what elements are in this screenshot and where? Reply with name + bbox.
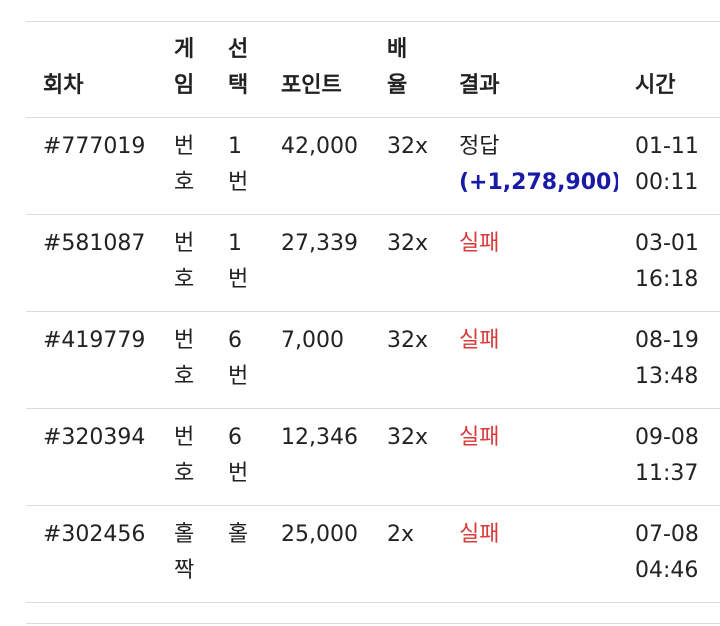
table-row: #419779 번 호 6 번 7,000 32x 실패 08-19 13:48 — [26, 311, 720, 409]
result-text: 실패 — [459, 522, 500, 547]
result-cell: 실패 — [442, 311, 618, 409]
time-date: 08-19 — [635, 328, 699, 353]
result-cell: 실패 — [442, 408, 618, 506]
table-row: #581087 번 호 1 번 27,339 32x 실패 03-01 16:1… — [26, 214, 720, 312]
point-cell: 42,000 — [264, 117, 370, 215]
header-time: 시간 — [618, 21, 720, 118]
time-clock: 13:48 — [635, 364, 699, 389]
pick-cell: 6 번 — [211, 408, 264, 506]
game-line: 번 — [174, 231, 195, 256]
table-header-row: 회차 게 임 선 택 포인트 배 율 결과 시간 — [26, 21, 720, 118]
time-clock: 00:11 — [635, 170, 699, 195]
header-game-line2: 임 — [174, 73, 195, 98]
header-rate: 배 율 — [370, 21, 442, 118]
header-result: 결과 — [442, 21, 618, 118]
bet-history-panel: 회차 게 임 선 택 포인트 배 율 결과 시간 #777019 번 호 1 번… — [0, 0, 720, 626]
game-line: 호 — [174, 364, 195, 389]
pick-cell: 1 번 — [211, 117, 264, 215]
point-cell: 25,000 — [264, 505, 370, 603]
round-cell: #581087 — [26, 214, 157, 312]
pick-line: 번 — [228, 461, 249, 486]
time-date: 07-08 — [635, 522, 699, 547]
game-line: 번 — [174, 425, 195, 450]
game-cell: 번 호 — [157, 311, 211, 409]
game-line: 호 — [174, 267, 195, 292]
game-cell: 번 호 — [157, 214, 211, 312]
header-pick: 선 택 — [211, 21, 264, 118]
rate-cell: 32x — [370, 117, 442, 215]
pick-line: 번 — [228, 267, 249, 292]
bet-history-table: 회차 게 임 선 택 포인트 배 율 결과 시간 #777019 번 호 1 번… — [26, 21, 720, 603]
point-cell: 12,346 — [264, 408, 370, 506]
header-rate-line2: 율 — [387, 73, 408, 98]
time-cell: 07-08 04:46 — [618, 505, 720, 603]
rate-cell: 32x — [370, 408, 442, 506]
result-text: 정답 — [459, 134, 500, 159]
game-line: 홀 — [174, 522, 195, 547]
header-pick-line1: 선 — [228, 37, 249, 62]
time-clock: 16:18 — [635, 267, 699, 292]
bottom-divider — [26, 623, 720, 624]
result-cell: 정답 (+1,278,900) — [442, 117, 618, 215]
header-round: 회차 — [26, 21, 157, 118]
time-clock: 04:46 — [635, 558, 699, 583]
rate-cell: 2x — [370, 505, 442, 603]
pick-line: 6 — [228, 425, 242, 450]
header-game: 게 임 — [157, 21, 211, 118]
pick-cell: 1 번 — [211, 214, 264, 312]
result-cell: 실패 — [442, 214, 618, 312]
pick-line: 1 — [228, 231, 242, 256]
game-cell: 홀 짝 — [157, 505, 211, 603]
pick-line: 6 — [228, 328, 242, 353]
round-cell: #302456 — [26, 505, 157, 603]
win-amount: (+1,278,900) — [459, 170, 618, 195]
time-cell: 03-01 16:18 — [618, 214, 720, 312]
round-cell: #419779 — [26, 311, 157, 409]
game-cell: 번 호 — [157, 117, 211, 215]
game-line: 호 — [174, 170, 195, 195]
result-text: 실패 — [459, 425, 500, 450]
game-line: 번 — [174, 134, 195, 159]
time-cell: 08-19 13:48 — [618, 311, 720, 409]
time-date: 03-01 — [635, 231, 699, 256]
round-cell: #777019 — [26, 117, 157, 215]
rate-cell: 32x — [370, 311, 442, 409]
header-point: 포인트 — [264, 21, 370, 118]
round-cell: #320394 — [26, 408, 157, 506]
table-row: #302456 홀 짝 홀 25,000 2x 실패 07-08 04:46 — [26, 505, 720, 603]
result-text: 실패 — [459, 231, 500, 256]
time-cell: 01-11 00:11 — [618, 117, 720, 215]
game-cell: 번 호 — [157, 408, 211, 506]
time-cell: 09-08 11:37 — [618, 408, 720, 506]
header-game-line1: 게 — [174, 37, 195, 62]
pick-line: 홀 — [228, 522, 249, 547]
pick-line: 1 — [228, 134, 242, 159]
game-line: 번 — [174, 328, 195, 353]
pick-line: 번 — [228, 170, 249, 195]
pick-cell: 홀 — [211, 505, 264, 603]
point-cell: 27,339 — [264, 214, 370, 312]
header-pick-line2: 택 — [228, 73, 249, 98]
pick-line: 번 — [228, 364, 249, 389]
point-cell: 7,000 — [264, 311, 370, 409]
pick-cell: 6 번 — [211, 311, 264, 409]
rate-cell: 32x — [370, 214, 442, 312]
game-line: 호 — [174, 461, 195, 486]
game-line: 짝 — [174, 558, 195, 583]
table-row: #320394 번 호 6 번 12,346 32x 실패 09-08 11:3… — [26, 408, 720, 506]
time-clock: 11:37 — [635, 461, 699, 486]
result-text: 실패 — [459, 328, 500, 353]
result-cell: 실패 — [442, 505, 618, 603]
header-rate-line1: 배 — [387, 37, 408, 62]
time-date: 09-08 — [635, 425, 699, 450]
table-row: #777019 번 호 1 번 42,000 32x 정답 (+1,278,90… — [26, 117, 720, 215]
time-date: 01-11 — [635, 134, 699, 159]
